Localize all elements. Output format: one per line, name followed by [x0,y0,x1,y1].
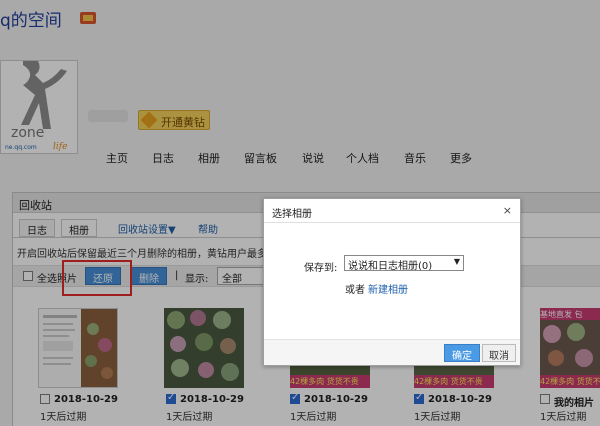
confirm-button[interactable]: 确定 [444,344,480,362]
select-album-dialog: 选择相册 × 保存到: 说说和日志相册(0) ▼ 或者 新建相册 确定 取消 [263,198,521,366]
album-select-value: 说说和日志相册(0) [348,261,433,272]
dialog-title: 选择相册 [264,199,520,223]
close-icon[interactable]: × [503,204,512,217]
new-album-link[interactable]: 新建相册 [368,281,408,296]
dialog-footer: 确定 取消 [264,339,520,365]
save-to-label: 保存到: [304,263,338,274]
album-select[interactable]: 说说和日志相册(0) ▼ [344,255,464,272]
chevron-down-icon: ▼ [453,257,460,266]
cancel-button[interactable]: 取消 [482,344,516,362]
or-text: 或者 [345,285,365,296]
